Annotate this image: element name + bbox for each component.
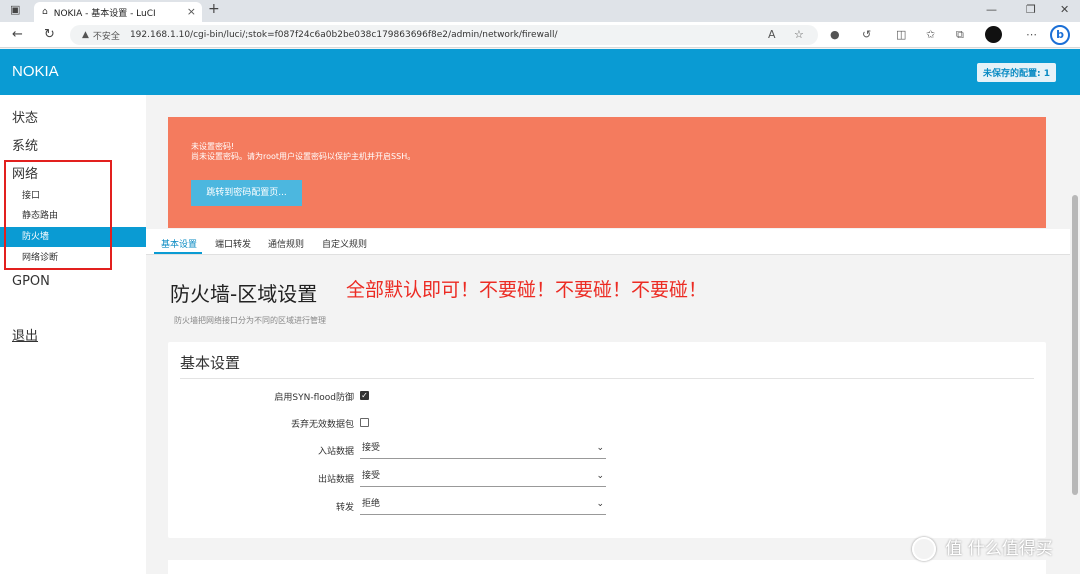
chevron-down-icon: ⌄ <box>596 443 604 453</box>
close-window-icon[interactable]: ✕ <box>1060 3 1069 16</box>
tab-close-icon[interactable]: × <box>187 5 196 18</box>
output-select-value: 接受 <box>362 471 381 481</box>
brand-title: NOKIA <box>12 63 59 80</box>
output-select[interactable]: 接受 ⌄ <box>360 469 606 487</box>
address-bar[interactable]: ▲ 不安全 192.168.1.10/cgi-bin/luci/;stok=f0… <box>70 25 818 45</box>
forward-select[interactable]: 拒绝 ⌄ <box>360 497 606 515</box>
basic-settings-panel: 基本设置 启用SYN-flood防御 ✓ 丢弃无效数据包 入站数据 接受 ⌄ 出… <box>168 342 1046 538</box>
forward-select-value: 拒绝 <box>362 499 381 509</box>
page-description: 防火墙把网络接口分为不同的区域进行管理 <box>174 316 326 325</box>
tab-port-forward[interactable]: 端口转发 <box>215 237 251 250</box>
extension-icon[interactable]: ● <box>830 28 840 41</box>
sidebar-item-status[interactable]: 状态 <box>12 107 38 126</box>
chevron-down-icon: ⌄ <box>596 499 604 509</box>
sidebar-item-logout[interactable]: 退出 <box>12 325 38 344</box>
maximize-icon[interactable]: ❐ <box>1026 3 1036 16</box>
syn-flood-label: 启用SYN-flood防御 <box>274 393 354 403</box>
url-text: 192.168.1.10/cgi-bin/luci/;stok=f087f24c… <box>129 30 558 40</box>
sidebar-item-gpon[interactable]: GPON <box>12 274 50 289</box>
chevron-down-icon: ⌄ <box>596 471 604 481</box>
insecure-label: 不安全 <box>92 31 120 42</box>
scrollbar-thumb[interactable] <box>1072 195 1078 495</box>
watermark: 值 什么值得买 <box>912 534 1053 561</box>
drop-invalid-checkbox[interactable] <box>360 418 369 427</box>
bing-copilot-icon[interactable]: b <box>1050 25 1070 45</box>
drop-invalid-label: 丢弃无效数据包 <box>290 420 354 430</box>
back-icon[interactable]: ← <box>12 27 23 42</box>
read-aloud-icon[interactable]: A <box>768 28 776 41</box>
new-tab-icon[interactable]: + <box>208 1 220 17</box>
luci-favicon-icon: ⌂ <box>42 7 48 17</box>
tab-custom-rules[interactable]: 自定义规则 <box>322 237 367 250</box>
sync-icon[interactable]: ↺ <box>862 28 871 41</box>
password-warning-banner: 未设置密码! 尚未设置密码。请为root用户设置密码以保护主机并开启SSH。 跳… <box>168 117 1046 228</box>
minimize-icon[interactable]: — <box>986 3 997 16</box>
annotation-text: 全部默认即可！不要碰！不要碰！不要碰！ <box>346 279 708 301</box>
output-label: 出站数据 <box>317 475 354 485</box>
page-scrollbar[interactable] <box>1070 95 1080 574</box>
favorite-add-icon[interactable]: ☆ <box>794 28 804 41</box>
page-title: 防火墙-区域设置 <box>170 282 318 306</box>
tab-basic-settings[interactable]: 基本设置 <box>161 237 197 250</box>
input-select-value: 接受 <box>362 443 381 453</box>
more-options-icon[interactable]: ⋯ <box>1026 28 1037 41</box>
panel-divider <box>180 378 1034 379</box>
sidebar-item-system[interactable]: 系统 <box>12 135 38 154</box>
warning-icon: ▲ <box>82 30 89 40</box>
watermark-text: 值 什么值得买 <box>945 539 1053 559</box>
refresh-icon[interactable]: ↻ <box>44 27 55 42</box>
tab-traffic-rules[interactable]: 通信规则 <box>268 237 304 250</box>
tab-title: NOKIA - 基本设置 - LuCI <box>53 8 156 19</box>
input-label: 入站数据 <box>317 447 354 457</box>
window-menu-icon[interactable]: ▣ <box>10 3 20 16</box>
goto-password-button[interactable]: 跳转到密码配置页... <box>191 180 302 206</box>
unsaved-changes-badge[interactable]: 未保存的配置: 1 <box>977 63 1056 82</box>
syn-flood-checkbox[interactable]: ✓ <box>360 391 369 400</box>
active-tab-indicator <box>154 252 202 254</box>
favorites-icon[interactable]: ✩ <box>926 28 935 41</box>
panel-title: 基本设置 <box>180 354 241 372</box>
forward-label: 转发 <box>335 503 354 513</box>
section-tabs: 基本设置 端口转发 通信规则 自定义规则 <box>146 229 1080 255</box>
zones-panel <box>168 560 1046 574</box>
annotation-highlight-box <box>4 160 112 270</box>
browser-tab-strip: ▣ ⌂ NOKIA - 基本设置 - LuCI × + — ❐ ✕ <box>0 0 1080 22</box>
watermark-logo-icon <box>912 537 936 561</box>
split-screen-icon[interactable]: ◫ <box>896 28 906 41</box>
browser-tab[interactable]: ⌂ NOKIA - 基本设置 - LuCI × <box>34 2 202 22</box>
address-toolbar: ← ↻ ▲ 不安全 192.168.1.10/cgi-bin/luci/;sto… <box>0 22 1080 48</box>
profile-avatar[interactable] <box>985 26 1002 43</box>
collections-icon[interactable]: ⧉ <box>956 28 964 42</box>
input-select[interactable]: 接受 ⌄ <box>360 441 606 459</box>
banner-message: 尚未设置密码。请为root用户设置密码以保护主机并开启SSH。 <box>191 152 416 161</box>
luci-header: NOKIA 未保存的配置: 1 <box>0 49 1080 95</box>
